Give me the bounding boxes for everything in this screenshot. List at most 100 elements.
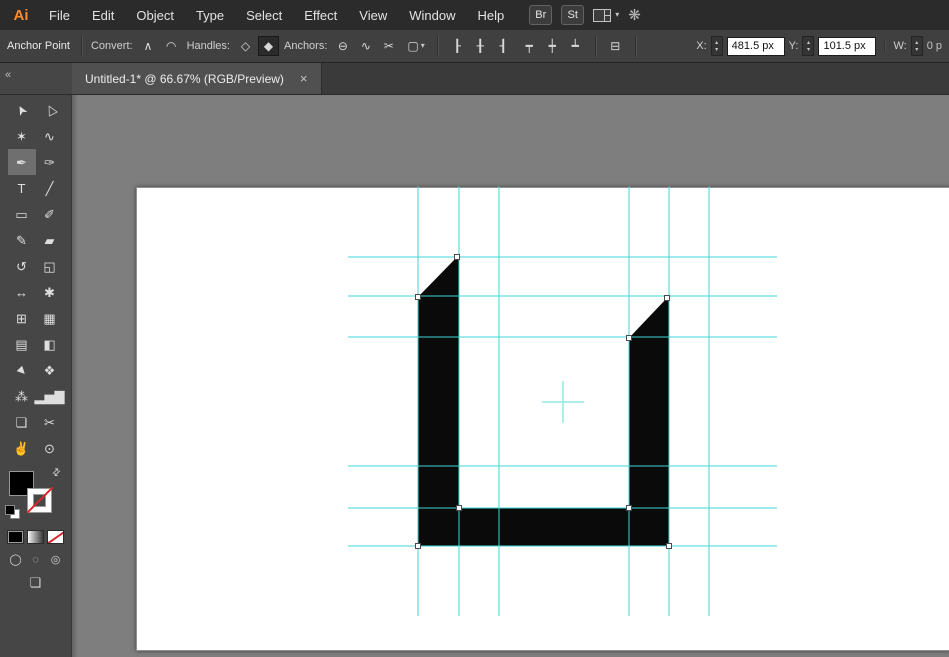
rotate-tool[interactable]: ↺ bbox=[8, 253, 36, 279]
y-position-input[interactable] bbox=[818, 37, 876, 56]
anchor-point[interactable] bbox=[665, 296, 670, 301]
align-bottom-button[interactable]: ┷ bbox=[565, 36, 586, 56]
anchor-point[interactable] bbox=[457, 506, 462, 511]
zoom-tool[interactable]: ⊙ bbox=[36, 435, 64, 461]
draw-behind-button[interactable]: ◌ bbox=[28, 552, 44, 568]
w-stepper[interactable]: ▴ ▾ bbox=[911, 36, 923, 56]
convert-label: Convert: bbox=[91, 40, 133, 52]
anchor-point[interactable] bbox=[416, 295, 421, 300]
x-stepper[interactable]: ▴ ▾ bbox=[711, 36, 723, 56]
handles-buttons: ◇ ◆ bbox=[235, 36, 279, 56]
shape-builder-tool[interactable]: ⊞ bbox=[8, 305, 36, 331]
distribute-button[interactable]: ⊟ bbox=[605, 36, 626, 56]
chevron-down-icon: ▾ bbox=[615, 11, 619, 19]
width-tool[interactable]: ↔ bbox=[8, 279, 36, 305]
w-label: W: bbox=[893, 40, 906, 52]
convert-to-smooth-button[interactable]: ◠ bbox=[161, 36, 182, 56]
x-label: X: bbox=[696, 40, 706, 52]
share-button[interactable]: ❋ bbox=[628, 8, 641, 23]
drawing-mode-buttons: ◯ ◌ ◎ bbox=[8, 552, 64, 568]
document-tab[interactable]: Untitled-1* @ 66.67% (RGB/Preview) × bbox=[72, 63, 322, 94]
change-screen-mode-button[interactable]: ❏ bbox=[30, 576, 42, 589]
cut-path-button[interactable]: ✂ bbox=[378, 36, 399, 56]
convert-to-corner-button[interactable]: ∧ bbox=[138, 36, 159, 56]
anchor-point[interactable] bbox=[455, 255, 460, 260]
pencil-tool[interactable]: ✎ bbox=[8, 227, 36, 253]
blend-tool[interactable]: ❖ bbox=[36, 357, 64, 383]
eraser-tool[interactable]: ▰ bbox=[36, 227, 64, 253]
menu-effect[interactable]: Effect bbox=[293, 0, 348, 30]
draw-inside-button[interactable]: ◎ bbox=[48, 552, 64, 568]
show-handles-button[interactable]: ◇ bbox=[235, 36, 256, 56]
w-value: 0 p bbox=[927, 40, 942, 52]
bridge-button[interactable]: Br bbox=[529, 5, 552, 25]
remove-anchor-button[interactable]: ⊖ bbox=[332, 36, 353, 56]
hand-tool[interactable]: ✌ bbox=[8, 435, 36, 461]
x-position-input[interactable] bbox=[727, 37, 785, 56]
free-transform-tool[interactable]: ✱ bbox=[36, 279, 64, 305]
magic-wand-tool[interactable]: ✶ bbox=[8, 123, 36, 149]
align-icon: ┠ bbox=[454, 40, 461, 52]
symbol-sprayer-tool[interactable]: ⁂ bbox=[8, 383, 36, 409]
paintbrush-tool[interactable]: ✐ bbox=[36, 201, 64, 227]
scale-tool[interactable]: ◱ bbox=[36, 253, 64, 279]
selection-tool[interactable]: ➤ bbox=[8, 97, 36, 123]
lasso-tool[interactable]: ∿ bbox=[36, 123, 64, 149]
direct-selection-tool[interactable]: ▷ bbox=[36, 97, 64, 123]
artboard-tool[interactable]: ❏ bbox=[8, 409, 36, 435]
anchor-point[interactable] bbox=[627, 506, 632, 511]
draw-normal-button[interactable]: ◯ bbox=[8, 552, 24, 568]
tool-icon: ⊙ bbox=[44, 442, 55, 455]
gradient-button[interactable] bbox=[27, 530, 44, 544]
canvas-area[interactable] bbox=[72, 95, 949, 657]
arrange-documents-button[interactable]: ▾ bbox=[593, 9, 619, 22]
color-button[interactable] bbox=[7, 530, 24, 544]
menu-file[interactable]: File bbox=[38, 0, 81, 30]
align-center-button[interactable]: ╂ bbox=[470, 36, 491, 56]
stepper-down-icon: ▾ bbox=[915, 47, 918, 53]
type-tool[interactable]: T bbox=[8, 175, 36, 201]
menu-bar: Ai File Edit Object Type Select Effect V… bbox=[0, 0, 949, 30]
transform-menu-button[interactable]: ▢ ▾ bbox=[404, 36, 427, 56]
menu-view[interactable]: View bbox=[348, 0, 398, 30]
align-middle-button[interactable]: ┿ bbox=[542, 36, 563, 56]
convert-buttons: ∧ ◠ bbox=[138, 36, 182, 56]
default-fill-stroke-icon[interactable] bbox=[5, 505, 20, 519]
menu-select[interactable]: Select bbox=[235, 0, 293, 30]
anchor-point[interactable] bbox=[667, 544, 672, 549]
perspective-grid-tool[interactable]: ▦ bbox=[36, 305, 64, 331]
mesh-tool[interactable]: ▤ bbox=[8, 331, 36, 357]
menu-help[interactable]: Help bbox=[466, 0, 515, 30]
slice-tool[interactable]: ✂ bbox=[36, 409, 64, 435]
tool-icon: ✐ bbox=[44, 208, 55, 221]
pen-tool[interactable]: ✒ bbox=[8, 149, 36, 175]
hide-handles-button[interactable]: ◆ bbox=[258, 36, 279, 56]
anchors-label: Anchors: bbox=[284, 40, 327, 52]
eyedropper-tool[interactable]: ▼ bbox=[8, 357, 36, 383]
y-stepper[interactable]: ▴ ▾ bbox=[802, 36, 814, 56]
tool-icon: ▦ bbox=[43, 312, 55, 325]
column-graph-tool[interactable]: ▂▅▇ bbox=[36, 383, 64, 409]
gradient-tool[interactable]: ◧ bbox=[36, 331, 64, 357]
menu-type[interactable]: Type bbox=[185, 0, 235, 30]
anchor-point[interactable] bbox=[416, 544, 421, 549]
anchor-point[interactable] bbox=[627, 336, 632, 341]
illustrator-window: Ai File Edit Object Type Select Effect V… bbox=[0, 0, 949, 657]
align-right-button[interactable]: ┨ bbox=[493, 36, 514, 56]
align-left-button[interactable]: ┠ bbox=[447, 36, 468, 56]
stroke-color-swatch[interactable] bbox=[27, 488, 52, 513]
curvature-tool[interactable]: ✑ bbox=[36, 149, 64, 175]
none-button[interactable] bbox=[47, 530, 64, 544]
collapse-panel-button[interactable]: « bbox=[5, 70, 11, 81]
connect-anchors-button[interactable]: ∿ bbox=[355, 36, 376, 56]
menu-edit[interactable]: Edit bbox=[81, 0, 125, 30]
rectangle-tool[interactable]: ▭ bbox=[8, 201, 36, 227]
line-segment-tool[interactable]: ╱ bbox=[36, 175, 64, 201]
tab-close-icon[interactable]: × bbox=[300, 72, 308, 85]
stock-button[interactable]: St bbox=[561, 5, 584, 25]
menu-object[interactable]: Object bbox=[125, 0, 185, 30]
menu-window[interactable]: Window bbox=[398, 0, 466, 30]
tool-icon: ▂▅▇ bbox=[35, 390, 65, 403]
swap-fill-stroke-icon[interactable]: ⇄ bbox=[50, 466, 63, 479]
align-top-button[interactable]: ┯ bbox=[519, 36, 540, 56]
